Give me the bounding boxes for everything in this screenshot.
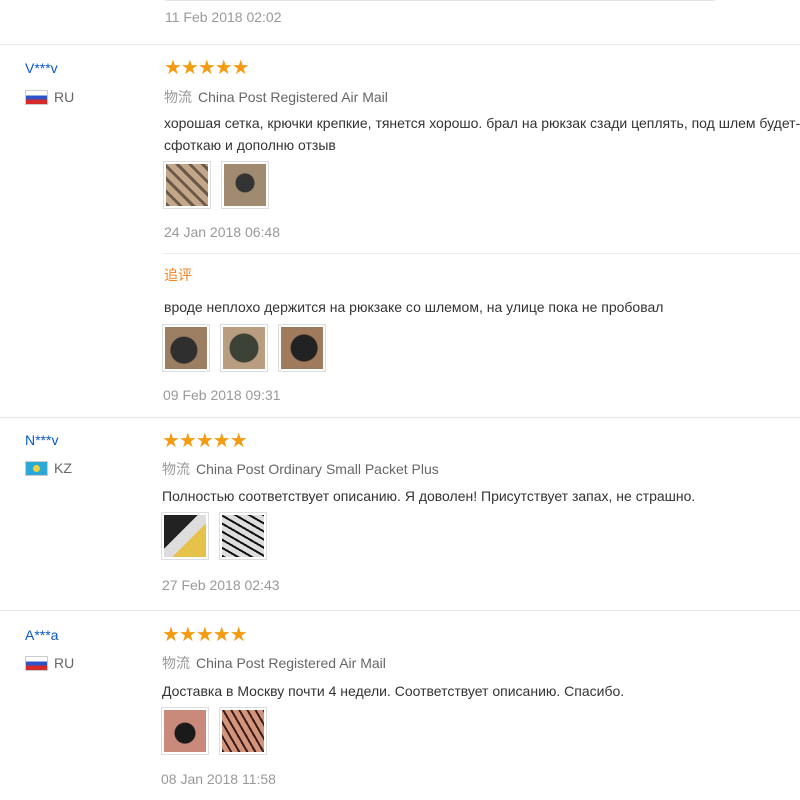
star-rating: ★★★★★ [162, 430, 248, 452]
country-code: RU [54, 655, 75, 671]
review-date: 08 Jan 2018 11:58 [161, 771, 276, 787]
reviewer-name[interactable]: V***v [25, 60, 58, 76]
review-photo-thumbnail[interactable] [161, 707, 209, 755]
russia-flag-icon [25, 655, 48, 671]
country-code: RU [54, 89, 75, 105]
logistics-info: 物流 China Post Registered Air Mail [162, 653, 386, 673]
review-photos [161, 707, 267, 755]
star-rating: ★★★★★ [162, 624, 248, 646]
review-text: Доставка в Москву почти 4 недели. Соотве… [162, 683, 625, 699]
reviewer-name[interactable]: N***v [25, 432, 58, 448]
logistics-method: China Post Registered Air Mail [196, 655, 386, 671]
followup-text: вроде неплохо держится на рюкзаке со шле… [164, 299, 664, 315]
reviewer-country: RU [25, 89, 74, 105]
followup-label: 追评 [164, 267, 192, 283]
followup-photos [162, 324, 326, 372]
review-photos [163, 161, 269, 209]
logistics-info: 物流 China Post Registered Air Mail [164, 87, 388, 107]
logistics-method: China Post Registered Air Mail [198, 89, 388, 105]
review-photo-thumbnail[interactable] [220, 324, 268, 372]
divider [165, 0, 715, 1]
review-date: 11 Feb 2018 02:02 [165, 9, 282, 25]
logistics-label: 物流 [164, 89, 192, 105]
review-photo-thumbnail[interactable] [278, 324, 326, 372]
logistics-label: 物流 [162, 655, 190, 671]
review-text: Полностью соответствует описанию. Я дово… [162, 488, 696, 504]
review-photos [161, 512, 267, 560]
reviewer-name[interactable]: A***a [25, 627, 58, 643]
review-photo-thumbnail[interactable] [219, 707, 267, 755]
review-photo-thumbnail[interactable] [163, 161, 211, 209]
star-rating: ★★★★★ [164, 57, 250, 79]
review-photo-thumbnail[interactable] [219, 512, 267, 560]
reviewer-country: KZ [25, 460, 72, 476]
review-separator [0, 417, 800, 418]
review-photo-thumbnail[interactable] [162, 324, 210, 372]
review-text: хорошая сетка, крючки крепкие, тянется х… [164, 115, 800, 153]
logistics-info: 物流 China Post Ordinary Small Packet Plus [162, 459, 439, 479]
logistics-method: China Post Ordinary Small Packet Plus [196, 461, 439, 477]
review-photo-thumbnail[interactable] [221, 161, 269, 209]
review-separator [0, 610, 800, 611]
logistics-label: 物流 [162, 461, 190, 477]
reviewer-country: RU [25, 655, 74, 671]
review-date: 27 Feb 2018 02:43 [162, 577, 280, 593]
review-date: 24 Jan 2018 06:48 [164, 224, 280, 240]
review-photo-thumbnail[interactable] [161, 512, 209, 560]
russia-flag-icon [25, 89, 48, 105]
followup-date: 09 Feb 2018 09:31 [163, 387, 281, 403]
divider [163, 253, 800, 254]
country-code: KZ [54, 460, 72, 476]
kazakhstan-flag-icon [25, 460, 48, 476]
review-separator [0, 44, 800, 45]
